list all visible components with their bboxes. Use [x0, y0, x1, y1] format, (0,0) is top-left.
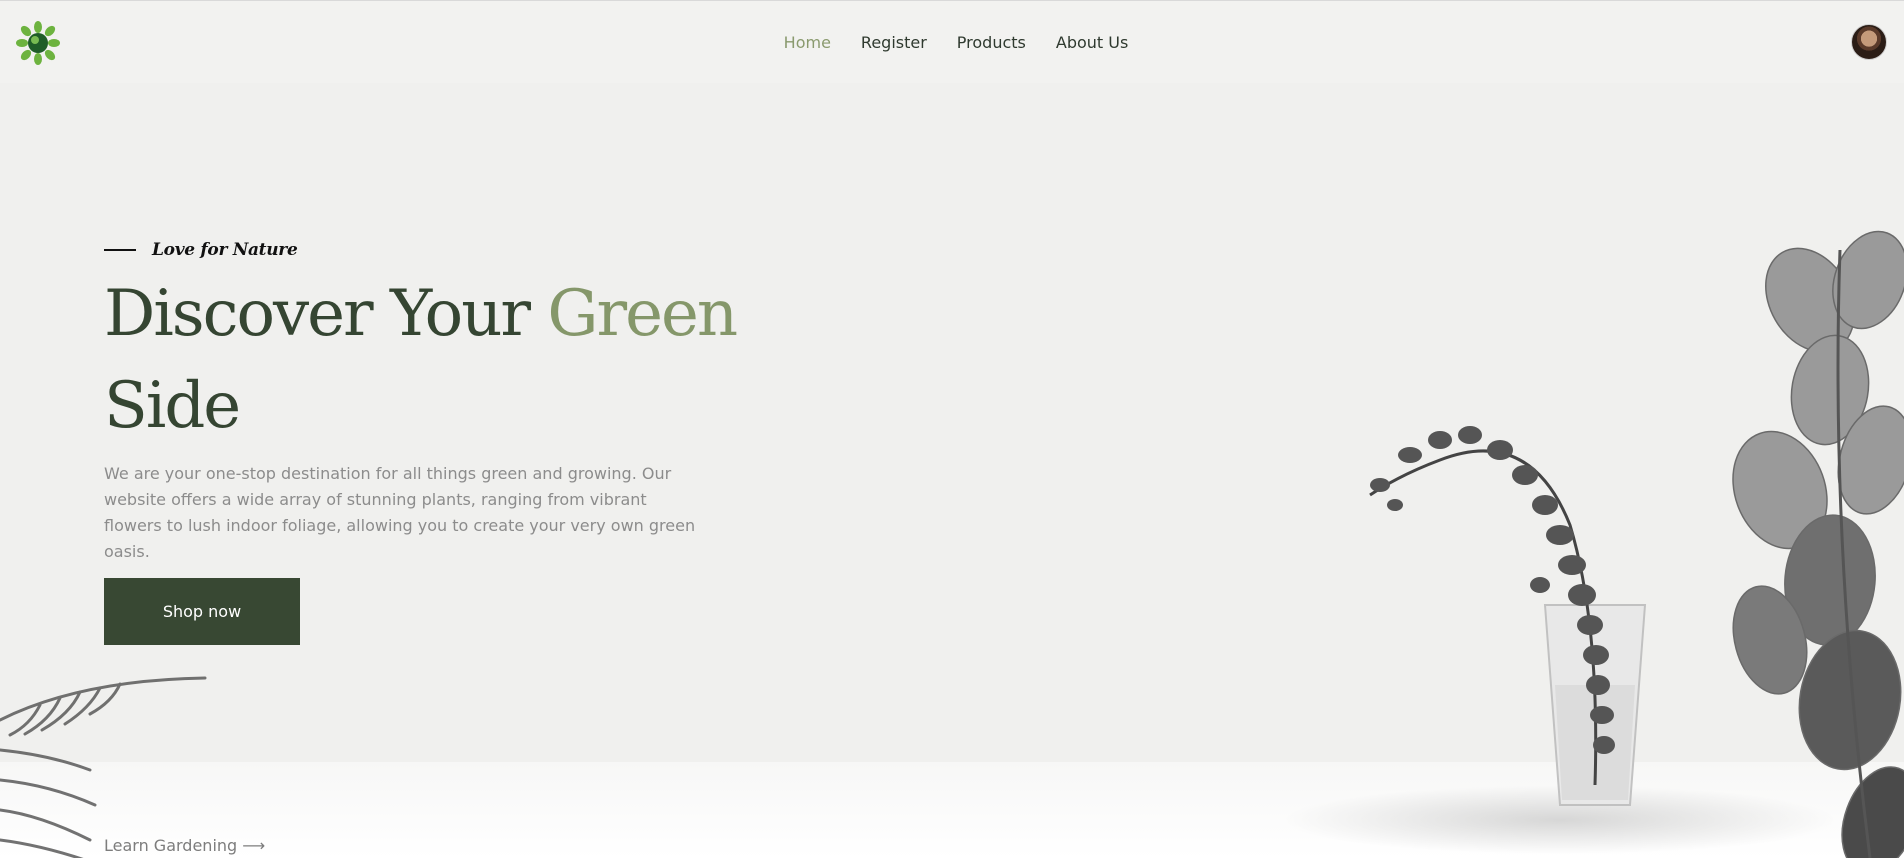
headline-part2: Side [104, 369, 241, 443]
eyebrow-dash [104, 249, 136, 251]
hero-headline: Discover Your Green Side [104, 268, 744, 452]
hero-description: We are your one-stop destination for all… [104, 464, 696, 561]
nav-link-products[interactable]: Products [957, 33, 1026, 52]
nav-link-register[interactable]: Register [861, 33, 927, 52]
user-avatar[interactable] [1851, 24, 1887, 60]
plant-vase-decoration [1369, 426, 1647, 806]
headline-accent: Green [547, 277, 738, 351]
shop-now-button[interactable]: Shop now [104, 578, 300, 645]
nav-link-about-us[interactable]: About Us [1056, 33, 1128, 52]
fern-decoration [0, 676, 207, 858]
nav-link-home[interactable]: Home [784, 33, 831, 52]
headline-part1: Discover Your [104, 277, 548, 351]
navbar: Home Register Products About Us [0, 1, 1904, 83]
eyebrow: Love for Nature [104, 240, 298, 260]
learn-gardening-link[interactable]: Learn Gardening ⟶ [104, 836, 265, 855]
main-nav: Home Register Products About Us [0, 33, 1904, 52]
eyebrow-text: Love for Nature [152, 240, 298, 260]
leaves-decoration [1732, 230, 1904, 858]
